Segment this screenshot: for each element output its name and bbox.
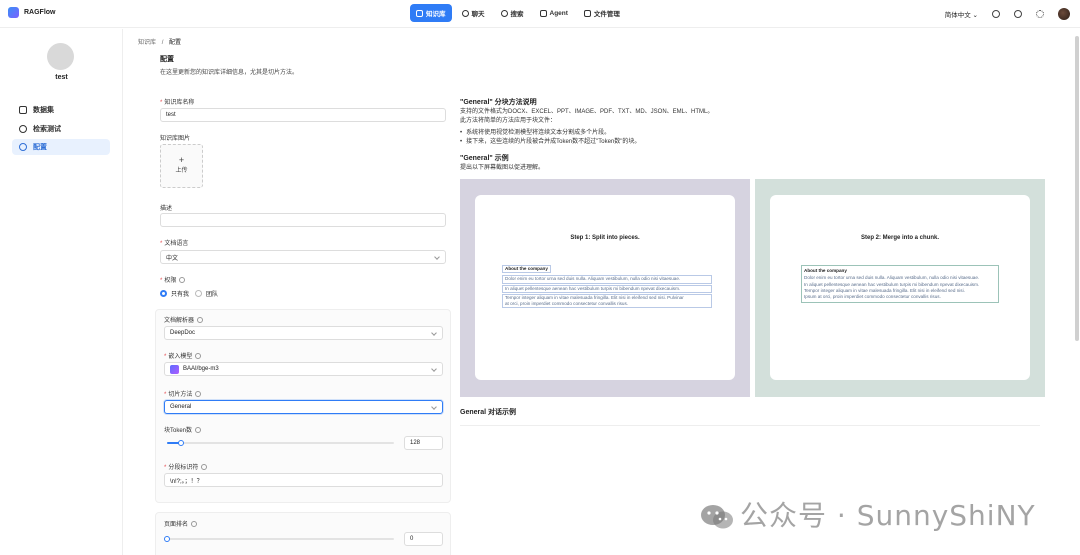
help-icon <box>179 277 186 283</box>
step1-title: Step 1: Split into pieces. <box>570 235 640 241</box>
top-bar: RAGFlow 知识库 聊天 搜索 Agent 文件管理 简体中文 ⌄ <box>0 0 1080 28</box>
kb-avatar <box>47 43 74 70</box>
sidebar-item-retrieval-test[interactable]: 检索测试 <box>12 121 110 137</box>
help-icon <box>201 464 208 470</box>
user-avatar[interactable] <box>1058 8 1070 20</box>
page-rank-slider-handle[interactable] <box>164 536 170 542</box>
step1-card: Step 1: Split into pieces. About the com… <box>475 195 735 380</box>
kb-name-label: * 知识库名称 <box>160 100 195 106</box>
breadcrumb-current: 配置 <box>169 40 182 46</box>
page-rank-input[interactable]: 0 <box>404 532 443 546</box>
image-upload[interactable]: + 上传 <box>160 144 203 188</box>
radio-unchecked-icon <box>195 290 202 297</box>
token-input[interactable]: 128 <box>404 436 443 450</box>
example-subtitle: 提出以下屏幕截图以促进理解。 <box>460 165 545 171</box>
step2-title: Step 2: Merge into a chunk. <box>860 235 939 241</box>
step2-card: Step 2: Merge into a chunk. About the co… <box>770 195 1030 380</box>
delimiter-label: * 分段标识符 <box>164 462 208 471</box>
delimiter-input[interactable]: \n!?;。；！？ <box>164 473 443 487</box>
github-icon[interactable] <box>992 10 1000 18</box>
nav-knowledge-base[interactable]: 知识库 <box>410 4 452 22</box>
main-nav: 知识库 聊天 搜索 Agent 文件管理 <box>410 4 626 22</box>
wechat-icon <box>701 505 733 529</box>
ragflow-logo-icon <box>8 7 19 18</box>
chunk-method-label: * 切片方法 <box>164 389 202 398</box>
step1-snippet: About the company Dolor enim eu tortor u… <box>502 265 712 309</box>
language-label: * 文档语言 <box>160 241 189 247</box>
method-bullet: 接下来，这些连续的片段被合并成Token数不超过"Token数"的块。 <box>460 136 640 145</box>
language-select[interactable]: 中文 <box>160 250 446 264</box>
method-desc: 此方法将简单的方法应用于块文件： <box>460 118 557 124</box>
app-name: RAGFlow <box>24 9 56 16</box>
description-label: 描述 <box>160 206 173 212</box>
example-title: "General" 示例 <box>460 155 509 162</box>
token-label: 块Token数 <box>164 425 202 434</box>
sidebar: test 数据集 检索测试 配置 <box>0 29 123 555</box>
page-title: 配置 <box>160 56 174 63</box>
kb-name-input[interactable]: test <box>160 108 446 122</box>
dialog-example-title: General 对话示例 <box>460 409 517 416</box>
help-icon[interactable] <box>1014 10 1022 18</box>
chat-icon <box>461 9 469 17</box>
sidebar-item-dataset[interactable]: 数据集 <box>12 102 110 118</box>
token-slider-handle[interactable] <box>177 440 184 446</box>
nav-chat[interactable]: 聊天 <box>456 4 491 22</box>
token-slider[interactable] <box>167 440 394 446</box>
parser-select[interactable]: DeepDoc <box>164 326 443 340</box>
kb-name: test <box>55 74 68 81</box>
help-icon <box>197 317 204 323</box>
step2-image: Step 2: Merge into a chunk. About the co… <box>755 179 1045 397</box>
help-icon <box>191 521 198 527</box>
description-input[interactable] <box>160 213 446 227</box>
agent-icon <box>539 9 547 17</box>
nav-search[interactable]: 搜索 <box>495 4 530 22</box>
divider <box>460 425 1040 426</box>
language-select[interactable]: 简体中文 ⌄ <box>945 9 978 19</box>
nav-file-management[interactable]: 文件管理 <box>578 4 626 22</box>
page-rank-slider[interactable] <box>164 536 394 542</box>
embedding-select[interactable]: BAAI/bge-m3 <box>164 362 443 376</box>
help-icon <box>195 427 202 433</box>
app-logo[interactable]: RAGFlow <box>8 7 56 18</box>
breadcrumb: 知识库 / 配置 <box>138 40 182 46</box>
kb-image-label: 知识库图片 <box>160 136 191 142</box>
permission-label: * 权限 <box>160 275 186 284</box>
header-tools: 简体中文 ⌄ <box>945 8 1070 20</box>
database-icon <box>416 9 423 17</box>
step2-snippet: About the company Dolor enim eu tortor u… <box>801 265 999 304</box>
theme-toggle-icon[interactable] <box>1036 10 1044 18</box>
sidebar-item-config[interactable]: 配置 <box>12 139 110 155</box>
folder-icon <box>583 9 591 17</box>
method-title: "General" 分块方法说明 <box>460 99 537 106</box>
help-icon <box>195 353 202 359</box>
document-icon <box>19 106 27 114</box>
method-bullet: 系统将使用视觉检测模型将连续文本分割成多个片段。 <box>460 127 610 136</box>
embedding-label: * 嵌入模型 <box>164 351 202 360</box>
chunk-method-select[interactable]: General <box>164 400 443 414</box>
help-icon <box>195 391 202 397</box>
page-rank-label: 页面排名 <box>164 519 198 528</box>
model-icon <box>170 364 179 374</box>
breadcrumb-parent[interactable]: 知识库 <box>138 40 156 46</box>
gear-icon <box>19 143 27 151</box>
radio-checked-icon <box>160 290 167 297</box>
parser-label: 文档解析器 <box>164 315 204 324</box>
permission-only-me[interactable]: 只有我 <box>160 289 189 298</box>
step1-image: Step 1: Split into pieces. About the com… <box>460 179 750 397</box>
target-icon <box>19 125 27 133</box>
scrollbar[interactable] <box>1075 36 1079 341</box>
watermark: 公众号 · SunnyShiNY <box>700 494 1036 534</box>
search-icon <box>500 9 508 17</box>
chevron-down-icon: ⌄ <box>972 12 978 19</box>
page-subtitle: 在这里更新您的知识库详细信息，尤其是切片方法。 <box>160 70 299 76</box>
permission-team[interactable]: 团队 <box>195 289 218 298</box>
nav-agent[interactable]: Agent <box>534 4 574 22</box>
method-formats: 支持的文件格式为DOCX、EXCEL、PPT、IMAGE、PDF、TXT、MD、… <box>460 109 714 115</box>
plus-icon: + <box>178 155 185 165</box>
